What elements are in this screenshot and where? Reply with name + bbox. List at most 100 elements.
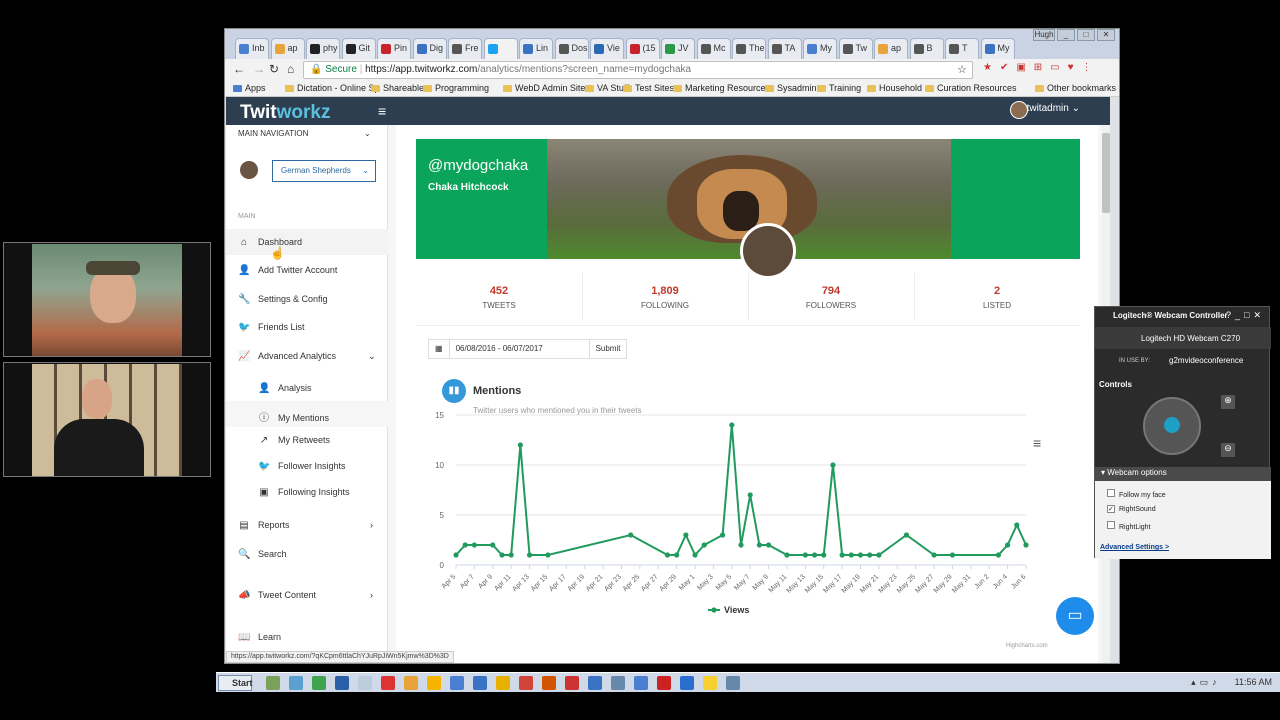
- zoom-out-icon[interactable]: ⊖: [1221, 443, 1235, 457]
- nav-learn[interactable]: 📖 Learn: [238, 632, 281, 643]
- advanced-settings-link[interactable]: Advanced Settings >: [1100, 544, 1169, 551]
- start-button[interactable]: Start: [218, 675, 253, 691]
- bookmark-item[interactable]: Marketing Resources: [673, 83, 770, 93]
- nav-analysis[interactable]: 👤 Analysis: [258, 383, 312, 394]
- omnibox[interactable]: 🔒 Secure | https://app.twitworkz.com/ana…: [303, 61, 973, 79]
- taskbar-app-icon[interactable]: [726, 676, 740, 690]
- forward-icon[interactable]: →: [253, 62, 265, 76]
- nav-add-twitter-account[interactable]: 👤 Add Twitter Account: [238, 265, 337, 276]
- reload-icon[interactable]: ↻: [269, 62, 279, 76]
- taskbar-app-icon[interactable]: [703, 676, 717, 690]
- nav-settings[interactable]: 🔧 Settings & Config: [238, 294, 328, 305]
- browser-tab[interactable]: ap: [270, 38, 305, 59]
- browser-tab[interactable]: My: [980, 38, 1015, 59]
- user-menu[interactable]: twitadmin ⌄: [1027, 103, 1080, 114]
- bookmark-item[interactable]: WebD Admin Sites: [503, 83, 590, 93]
- other-bookmarks[interactable]: Other bookmarks: [1035, 83, 1116, 93]
- taskbar-app-icon[interactable]: [473, 676, 487, 690]
- browser-tab[interactable]: B: [909, 38, 944, 59]
- avatar[interactable]: [1010, 101, 1028, 119]
- taskbar-app-icon[interactable]: [565, 676, 579, 690]
- browser-tab[interactable]: The: [732, 38, 766, 59]
- bookmark-item[interactable]: Apps: [233, 83, 266, 93]
- taskbar-app-icon[interactable]: [542, 676, 556, 690]
- tray-icons[interactable]: ▴▭♪: [1191, 677, 1221, 687]
- bookmark-item[interactable]: Dictation - Online Sp: [285, 83, 380, 93]
- taskbar-app-icon[interactable]: [381, 676, 395, 690]
- stat-following[interactable]: 1,809 FOLLOWING: [582, 285, 748, 310]
- browser-tab[interactable]: Fre: [448, 38, 482, 59]
- date-range-input[interactable]: 06/08/2016 - 06/07/2017: [450, 340, 590, 358]
- bookmark-item[interactable]: Shareable: [371, 83, 424, 93]
- nav-friends-list[interactable]: 🐦 Friends List: [238, 322, 305, 333]
- clock[interactable]: 11:56 AM: [1235, 677, 1272, 687]
- taskbar-app-icon[interactable]: [634, 676, 648, 690]
- nav-search[interactable]: 🔍 Search: [238, 549, 287, 560]
- back-icon[interactable]: ←: [233, 62, 245, 76]
- webcam-options-header[interactable]: ▾ Webcam options: [1101, 468, 1167, 477]
- main-navigation-header[interactable]: MAIN NAVIGATION ⌄: [238, 129, 371, 138]
- chat-bubble-button[interactable]: ▭: [1056, 597, 1094, 635]
- account-select[interactable]: German Shepherds ⌄: [272, 160, 376, 182]
- nav-follower-insights[interactable]: 🐦 Follower Insights: [258, 461, 346, 472]
- taskbar-app-icon[interactable]: [519, 676, 533, 690]
- extension-icons[interactable]: ★✔▣⊞▭♥⋮: [983, 62, 1100, 73]
- taskbar-app-icon[interactable]: [358, 676, 372, 690]
- taskbar-app-icon[interactable]: [680, 676, 694, 690]
- zoom-in-icon[interactable]: ⊕: [1221, 395, 1235, 409]
- stat-followers[interactable]: 794 FOLLOWERS: [748, 285, 914, 310]
- browser-tab[interactable]: TA: [767, 38, 802, 59]
- option-follow-face[interactable]: Follow my face: [1107, 489, 1166, 499]
- taskbar-app-icon[interactable]: [611, 676, 625, 690]
- maximize-icon[interactable]: □: [1077, 29, 1095, 41]
- nav-reports[interactable]: ▤ Reports ›: [238, 520, 373, 531]
- browser-tab[interactable]: Vie: [590, 38, 624, 59]
- browser-tab[interactable]: Dig: [412, 38, 447, 59]
- bookmark-item[interactable]: Household: [867, 83, 922, 93]
- webcam-device[interactable]: Logitech HD Webcam C270: [1141, 334, 1240, 343]
- bookmark-item[interactable]: Programming: [423, 83, 489, 93]
- browser-tab[interactable]: My: [803, 38, 837, 59]
- bookmark-item[interactable]: Test Sites: [623, 83, 674, 93]
- browser-tab[interactable]: Inb: [235, 38, 269, 59]
- browser-tab[interactable]: (15: [625, 38, 660, 59]
- taskbar-app-icon[interactable]: [312, 676, 326, 690]
- browser-tab[interactable]: ap: [874, 38, 908, 59]
- nav-my-retweets[interactable]: ↗ My Retweets: [258, 435, 330, 446]
- nav-advanced-analytics[interactable]: 📈 Advanced Analytics ⌄: [238, 351, 376, 362]
- taskbar-app-icon[interactable]: [427, 676, 441, 690]
- taskbar-app-icon[interactable]: [657, 676, 671, 690]
- joystick-control[interactable]: [1143, 397, 1201, 455]
- hamburger-icon[interactable]: ≡: [378, 103, 386, 119]
- chart-menu-icon[interactable]: ≡: [1033, 435, 1041, 451]
- browser-tab[interactable]: T: [945, 38, 979, 59]
- browser-tab[interactable]: Mc: [696, 38, 731, 59]
- bookmark-item[interactable]: Curation Resources: [925, 83, 1017, 93]
- highcharts-credit[interactable]: Highcharts.com: [1006, 643, 1048, 649]
- taskbar-app-icon[interactable]: [289, 676, 303, 690]
- browser-tab[interactable]: Pin: [377, 38, 411, 59]
- nav-tweet-content[interactable]: 📣 Tweet Content ›: [238, 590, 373, 601]
- browser-tab[interactable]: JV: [661, 38, 695, 59]
- taskbar-app-icon[interactable]: [335, 676, 349, 690]
- browser-tab[interactable]: Tw: [838, 38, 873, 59]
- taskbar-app-icon[interactable]: [450, 676, 464, 690]
- home-icon[interactable]: ⌂: [287, 62, 294, 76]
- browser-tab[interactable]: Git: [341, 38, 376, 59]
- browser-tab[interactable]: Dos: [554, 38, 589, 59]
- taskbar-app-icon[interactable]: [496, 676, 510, 690]
- stat-tweets[interactable]: 452 TWEETS: [416, 285, 582, 310]
- minimize-icon[interactable]: _: [1057, 29, 1075, 41]
- close-icon[interactable]: ✕: [1097, 29, 1115, 41]
- bookmark-item[interactable]: Training: [817, 83, 861, 93]
- stat-listed[interactable]: 2 LISTED: [914, 285, 1080, 310]
- taskbar-app-icon[interactable]: [266, 676, 280, 690]
- window-buttons[interactable]: ?_□✕: [1226, 310, 1265, 321]
- taskbar-app-icon[interactable]: [404, 676, 418, 690]
- nav-my-mentions[interactable]: ⓘ My Mentions: [258, 409, 329, 424]
- browser-tab[interactable]: phy: [306, 38, 340, 59]
- option-rightsound[interactable]: ✓ RightSound: [1107, 505, 1156, 513]
- option-rightlight[interactable]: RightLight: [1107, 521, 1151, 531]
- nav-following-insights[interactable]: ▣ Following Insights: [258, 487, 349, 498]
- star-icon[interactable]: ☆: [957, 62, 967, 78]
